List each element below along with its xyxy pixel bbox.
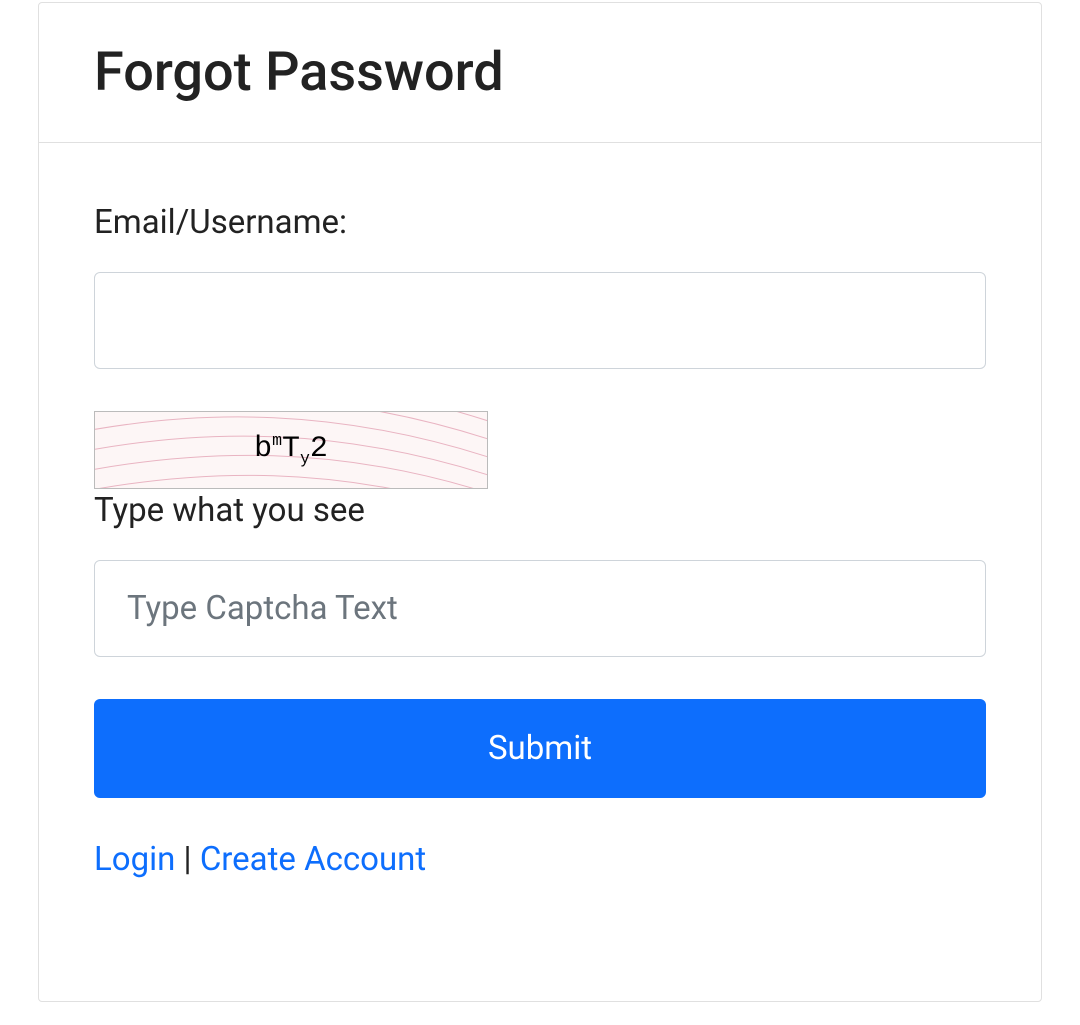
email-group: Email/Username:	[94, 203, 986, 369]
links-separator: |	[175, 840, 199, 879]
card-header: Forgot Password	[39, 3, 1041, 143]
forgot-password-card: Forgot Password Email/Username: bmTy2 Ty…	[38, 2, 1042, 1002]
create-account-link[interactable]: Create Account	[200, 840, 426, 879]
login-link[interactable]: Login	[94, 840, 175, 879]
captcha-image: bmTy2	[94, 411, 488, 489]
email-label: Email/Username:	[94, 203, 986, 242]
captcha-group: bmTy2 Type what you see	[94, 411, 986, 657]
page-title: Forgot Password	[94, 41, 986, 104]
captcha-text: bmTy2	[254, 433, 328, 468]
links-row: Login | Create Account	[94, 840, 986, 879]
email-input[interactable]	[94, 272, 986, 369]
card-body: Email/Username: bmTy2 Type what you see …	[39, 143, 1041, 934]
submit-group: Submit	[94, 699, 986, 798]
captcha-input[interactable]	[94, 560, 986, 657]
submit-button[interactable]: Submit	[94, 699, 986, 798]
captcha-hint: Type what you see	[94, 491, 986, 530]
